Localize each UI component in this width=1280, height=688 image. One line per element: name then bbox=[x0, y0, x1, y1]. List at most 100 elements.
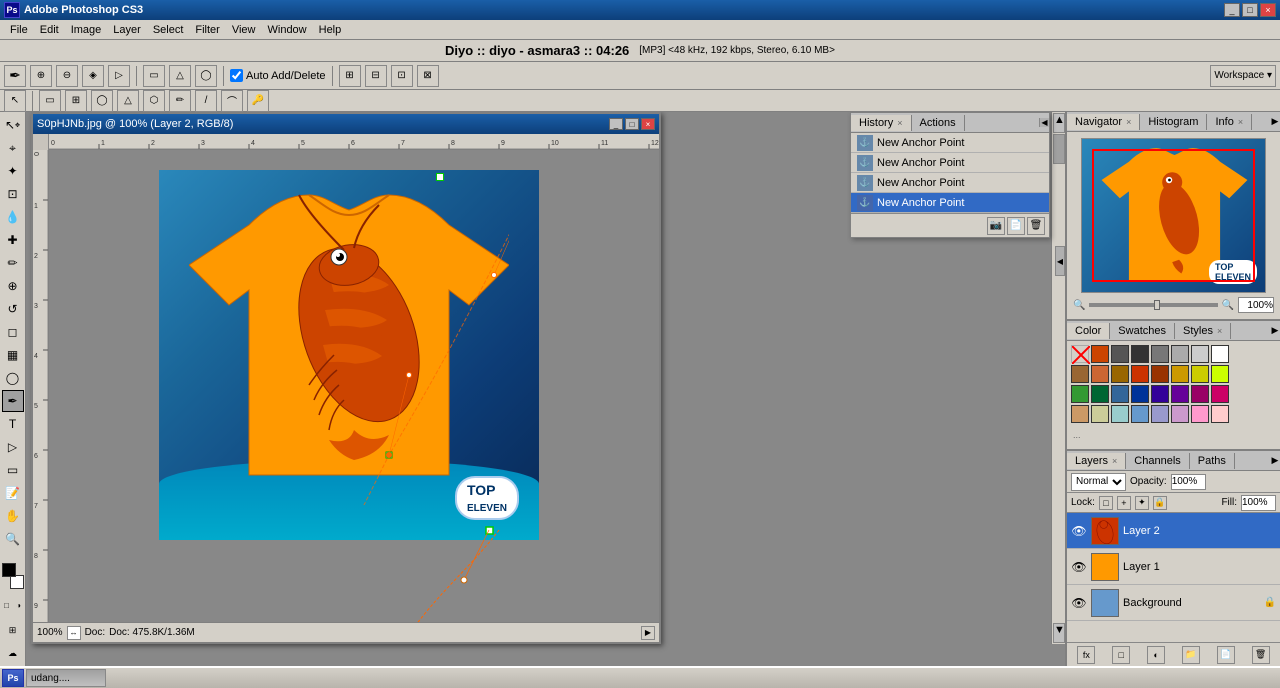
tab-paths[interactable]: Paths bbox=[1190, 453, 1235, 469]
screen-mode-btn[interactable]: ⊞ bbox=[2, 619, 24, 641]
vscroll-up-btn[interactable]: ▲ bbox=[1053, 113, 1065, 133]
nav-zoom-minus[interactable]: 🔍 bbox=[1073, 300, 1085, 311]
history-item-2[interactable]: ⚓ New Anchor Point bbox=[851, 153, 1049, 173]
scroll-right-btn[interactable]: ▶ bbox=[641, 626, 655, 640]
swatch-steel-blue[interactable] bbox=[1111, 385, 1129, 403]
tab-actions[interactable]: Actions bbox=[912, 115, 965, 131]
menu-edit[interactable]: Edit bbox=[34, 22, 65, 38]
background-visibility-btn[interactable]: 👁 bbox=[1071, 595, 1087, 611]
swatch-red-x[interactable] bbox=[1071, 345, 1089, 363]
tool-option-3[interactable]: ⊞ bbox=[65, 90, 87, 112]
menu-select[interactable]: Select bbox=[147, 22, 190, 38]
pen-tool-btn[interactable]: ✒ bbox=[2, 390, 24, 412]
menu-window[interactable]: Window bbox=[262, 22, 313, 38]
taskbar-item-udang[interactable]: udang.... bbox=[26, 669, 106, 687]
shape-mode-btn[interactable]: △ bbox=[169, 65, 191, 87]
tab-navigator[interactable]: Navigator × bbox=[1067, 114, 1140, 130]
new-adjustment-btn[interactable]: ◐ bbox=[1147, 646, 1165, 664]
tab-histogram[interactable]: Histogram bbox=[1140, 114, 1207, 130]
gradient-btn[interactable]: ▦ bbox=[2, 344, 24, 366]
swatch-light-pink[interactable] bbox=[1211, 405, 1229, 423]
canvas-maximize-btn[interactable]: □ bbox=[625, 118, 639, 130]
nav-view-rect[interactable] bbox=[1092, 149, 1255, 282]
start-btn[interactable]: Ps bbox=[2, 669, 24, 687]
menu-file[interactable]: File bbox=[4, 22, 34, 38]
path-select-btn[interactable]: ▷ bbox=[2, 436, 24, 458]
swatch-periwinkle[interactable] bbox=[1151, 405, 1169, 423]
tab-swatches[interactable]: Swatches bbox=[1110, 323, 1175, 339]
tool-option-4[interactable]: ◯ bbox=[91, 90, 113, 112]
swatch-dark-purple[interactable] bbox=[1171, 385, 1189, 403]
tool-option-2[interactable]: ▭ bbox=[39, 90, 61, 112]
dodge-btn[interactable]: ◯ bbox=[2, 367, 24, 389]
snap-btn1[interactable]: ⊞ bbox=[339, 65, 361, 87]
tab-info[interactable]: Info × bbox=[1207, 114, 1252, 130]
swatch-dark-gray[interactable] bbox=[1111, 345, 1129, 363]
zoom-tool-btn[interactable]: 🔍 bbox=[2, 528, 24, 550]
minimize-button[interactable]: _ bbox=[1224, 3, 1240, 17]
nav-zoom-track[interactable] bbox=[1089, 303, 1217, 307]
tab-channels[interactable]: Channels bbox=[1126, 453, 1189, 469]
tab-history[interactable]: History × bbox=[851, 115, 912, 131]
title-bar-controls[interactable]: _ □ × bbox=[1224, 3, 1276, 17]
layer-row-background[interactable]: 👁 Background 🔒 bbox=[1067, 585, 1280, 621]
canvas-close-btn[interactable]: × bbox=[641, 118, 655, 130]
blend-mode-select[interactable]: Normal bbox=[1071, 473, 1126, 491]
swatch-red-brown[interactable] bbox=[1131, 365, 1149, 383]
tool-option-10[interactable]: 🔑 bbox=[247, 90, 269, 112]
lock-all-btn[interactable]: 🔒 bbox=[1153, 496, 1167, 510]
nav-zoom-thumb[interactable] bbox=[1154, 300, 1160, 310]
swatch-lavender[interactable] bbox=[1171, 405, 1189, 423]
color-options-btn[interactable]: ▶ bbox=[1270, 325, 1280, 336]
history-item-4[interactable]: ⚓ New Anchor Point bbox=[851, 193, 1049, 213]
swatch-brown-orange[interactable] bbox=[1091, 365, 1109, 383]
lock-transparency-btn[interactable]: □ bbox=[1099, 496, 1113, 510]
swatch-gold[interactable] bbox=[1171, 365, 1189, 383]
pen-tool-option4[interactable]: ◈ bbox=[82, 65, 104, 87]
canvas-vscrollbar[interactable]: ▲ ▼ bbox=[1051, 112, 1065, 644]
history-snapshot-btn[interactable]: 📷 bbox=[987, 217, 1005, 235]
layers-options-btn[interactable]: ▶ bbox=[1270, 455, 1280, 466]
history-collapse-btn[interactable]: ◀ bbox=[1039, 118, 1049, 127]
history-delete-btn[interactable]: 🗑 bbox=[1027, 217, 1045, 235]
swatch-light-teal[interactable] bbox=[1111, 405, 1129, 423]
path-mode-btn[interactable]: ▭ bbox=[143, 65, 165, 87]
tool-option-5[interactable]: △ bbox=[117, 90, 139, 112]
background-color[interactable] bbox=[10, 575, 24, 589]
foreground-color[interactable] bbox=[2, 563, 16, 577]
swatch-dark-green[interactable] bbox=[1091, 385, 1109, 403]
menu-image[interactable]: Image bbox=[65, 22, 108, 38]
eraser-btn[interactable]: ◻ bbox=[2, 321, 24, 343]
pen-tool-option2[interactable]: ⊕ bbox=[30, 65, 52, 87]
move-tool-btn[interactable]: ↖✥ bbox=[2, 114, 24, 136]
tab-color[interactable]: Color bbox=[1067, 323, 1110, 339]
fill-input[interactable] bbox=[1241, 495, 1276, 511]
swatch-khaki[interactable] bbox=[1091, 405, 1109, 423]
layer2-visibility-btn[interactable]: 👁 bbox=[1071, 523, 1087, 539]
fill-mode-btn[interactable]: ◯ bbox=[195, 65, 217, 87]
zoom-indicator-btn[interactable]: ↔ bbox=[67, 626, 81, 640]
history-item-1[interactable]: ⚓ New Anchor Point bbox=[851, 133, 1049, 153]
brush-tool-btn[interactable]: ✏ bbox=[2, 252, 24, 274]
swatch-olive[interactable] bbox=[1111, 365, 1129, 383]
swatch-navy[interactable] bbox=[1131, 385, 1149, 403]
pen-tool-option1[interactable]: ✒ bbox=[4, 65, 26, 87]
tool-option-8[interactable]: / bbox=[195, 90, 217, 112]
notes-tool-btn[interactable]: 📝 bbox=[2, 482, 24, 504]
swatch-light-blue[interactable] bbox=[1131, 405, 1149, 423]
swatch-green[interactable] bbox=[1071, 385, 1089, 403]
swatch-yellow-olive[interactable] bbox=[1191, 365, 1209, 383]
auto-add-delete-checkbox[interactable] bbox=[230, 69, 243, 82]
lasso-tool-btn[interactable]: ⌖ bbox=[2, 137, 24, 159]
swatch-magenta[interactable] bbox=[1191, 385, 1209, 403]
maximize-button[interactable]: □ bbox=[1242, 3, 1258, 17]
canvas-minimize-btn[interactable]: _ bbox=[609, 118, 623, 130]
swatch-lighter-gray[interactable] bbox=[1191, 345, 1209, 363]
snap-btn2[interactable]: ⊟ bbox=[365, 65, 387, 87]
menu-layer[interactable]: Layer bbox=[107, 22, 147, 38]
add-mask-btn[interactable]: □ bbox=[1112, 646, 1130, 664]
swatch-tan2[interactable] bbox=[1071, 405, 1089, 423]
workspace-btn[interactable]: Workspace ▾ bbox=[1210, 65, 1276, 87]
tab-layers[interactable]: Layers × bbox=[1067, 453, 1126, 469]
lock-pixels-btn[interactable]: + bbox=[1117, 496, 1131, 510]
